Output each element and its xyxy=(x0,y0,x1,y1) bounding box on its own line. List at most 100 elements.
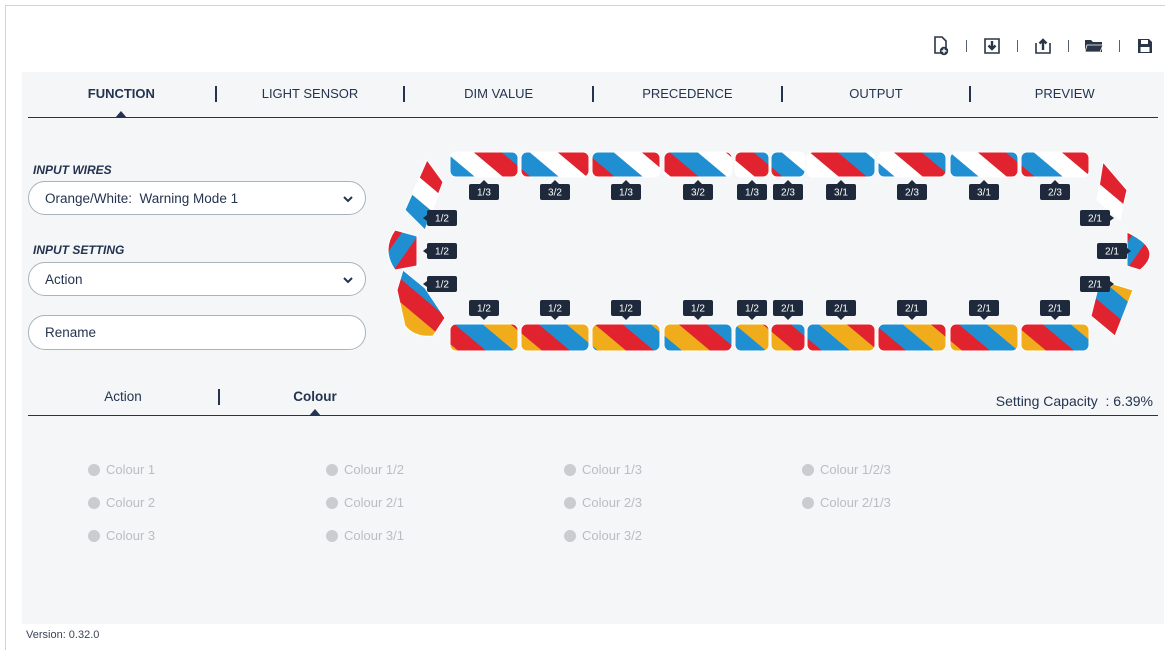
tab-output[interactable]: OUTPUT xyxy=(783,80,970,117)
colour-option[interactable]: Colour 2 xyxy=(88,495,155,510)
input-setting-select[interactable]: Action xyxy=(28,262,366,296)
bottom-light-module[interactable] xyxy=(806,323,876,352)
top-module-tag[interactable]: 3/2 xyxy=(540,180,570,200)
rename-button[interactable]: Rename xyxy=(28,315,366,350)
radio-dot-icon xyxy=(564,463,576,476)
tab-precedence[interactable]: PRECEDENCE xyxy=(594,80,781,117)
left-end-tag[interactable]: 1/2 xyxy=(423,210,457,226)
tag-pointer xyxy=(480,180,488,184)
new-file-icon[interactable] xyxy=(930,35,952,57)
colour-option[interactable]: Colour 2/1/3 xyxy=(802,495,891,510)
bottom-module-tag[interactable]: 2/1 xyxy=(826,300,856,320)
lightbar-tags: 1/3 1/2 3/2 1/2 1/3 1/2 3/2 1/2 1/3 1/2 2/3 2/1 3/1 2… xyxy=(423,180,1131,320)
bottom-light-module[interactable] xyxy=(770,323,806,352)
bottom-light-module[interactable] xyxy=(663,323,733,352)
top-module-tag[interactable]: 1/3 xyxy=(611,180,641,200)
bottom-module-tag[interactable]: 1/2 xyxy=(540,300,570,320)
top-module-tag[interactable]: 2/3 xyxy=(773,180,803,200)
top-light-module[interactable] xyxy=(806,151,876,178)
top-module-tag[interactable]: 1/3 xyxy=(469,180,499,200)
bottom-module-tag[interactable]: 1/2 xyxy=(737,300,767,320)
tag-pointer xyxy=(748,180,756,184)
input-wires-select[interactable]: Orange/White: Warning Mode 1 xyxy=(28,181,366,215)
right-end-tag[interactable]: 2/1 xyxy=(1080,276,1114,292)
tag-label: 1/2 xyxy=(548,304,562,315)
radio-dot-icon xyxy=(326,529,338,542)
top-light-module[interactable] xyxy=(877,151,947,178)
tag-label: 1/2 xyxy=(435,280,449,291)
bottom-light-module[interactable] xyxy=(520,323,590,352)
top-module-tag[interactable]: 2/3 xyxy=(897,180,927,200)
colour-option-label: Colour 3/1 xyxy=(344,528,404,543)
left-end-tag[interactable]: 1/2 xyxy=(423,243,457,259)
colour-option[interactable]: Colour 1/3 xyxy=(564,462,642,477)
top-light-module[interactable] xyxy=(663,151,733,178)
top-light-module[interactable] xyxy=(949,151,1019,178)
subtab-colour[interactable]: Colour xyxy=(220,386,410,416)
bottom-light-module[interactable] xyxy=(1020,323,1090,352)
open-folder-icon[interactable] xyxy=(1083,35,1105,57)
top-module-tag[interactable]: 3/1 xyxy=(826,180,856,200)
bottom-light-module[interactable] xyxy=(449,323,519,352)
version-label: Version: 0.32.0 xyxy=(26,629,100,641)
main-tabs: FUNCTION LIGHT SENSOR DIM VALUE PRECEDEN… xyxy=(28,80,1158,118)
bottom-module-tag[interactable]: 1/2 xyxy=(611,300,641,320)
bottom-module-tag[interactable]: 1/2 xyxy=(469,300,499,320)
radio-dot-icon xyxy=(88,463,100,476)
bottom-light-module[interactable] xyxy=(591,323,661,352)
right-end-tag[interactable]: 2/1 xyxy=(1097,243,1131,259)
import-icon[interactable] xyxy=(981,35,1003,57)
bottom-light-module[interactable] xyxy=(949,323,1019,352)
top-module-tag[interactable]: 3/2 xyxy=(683,180,713,200)
colour-option[interactable]: Colour 3 xyxy=(88,528,155,543)
chevron-down-icon xyxy=(343,196,353,203)
tag-label: 2/1 xyxy=(781,304,795,315)
top-light-module[interactable] xyxy=(734,151,770,178)
tag-label: 2/3 xyxy=(1048,188,1062,199)
subtab-action[interactable]: Action xyxy=(28,386,218,415)
tab-dim-value[interactable]: DIM VALUE xyxy=(405,80,592,117)
bottom-module-tag[interactable]: 2/1 xyxy=(773,300,803,320)
top-light-module[interactable] xyxy=(520,151,590,178)
top-module-tag[interactable]: 3/1 xyxy=(969,180,999,200)
radio-dot-icon xyxy=(802,463,814,476)
colour-option[interactable]: Colour 2/1 xyxy=(326,495,404,510)
export-icon[interactable] xyxy=(1032,35,1054,57)
top-module-tag[interactable]: 2/3 xyxy=(1040,180,1070,200)
colour-option[interactable]: Colour 1/2/3 xyxy=(802,462,891,477)
tag-label: 2/3 xyxy=(905,188,919,199)
colour-option-label: Colour 3/2 xyxy=(582,528,642,543)
tag-pointer xyxy=(1110,215,1114,221)
bottom-module-tag[interactable]: 2/1 xyxy=(897,300,927,320)
bottom-light-module[interactable] xyxy=(877,323,947,352)
top-light-module[interactable] xyxy=(591,151,661,178)
bottom-module-tag[interactable]: 2/1 xyxy=(1040,300,1070,320)
bottom-module-tag[interactable]: 2/1 xyxy=(969,300,999,320)
top-light-module[interactable] xyxy=(449,151,519,178)
save-icon[interactable] xyxy=(1134,35,1156,57)
colour-option[interactable]: Colour 3/1 xyxy=(326,528,404,543)
tag-label: 2/1 xyxy=(834,304,848,315)
tag-pointer xyxy=(423,248,427,254)
tag-label: 2/3 xyxy=(781,188,795,199)
tab-function[interactable]: FUNCTION xyxy=(28,80,215,118)
bottom-light-module[interactable] xyxy=(734,323,770,352)
colour-option[interactable]: Colour 1 xyxy=(88,462,155,477)
left-end-tag[interactable]: 1/2 xyxy=(423,276,457,292)
tab-preview[interactable]: PREVIEW xyxy=(971,80,1158,117)
tag-pointer xyxy=(1051,180,1059,184)
colour-option[interactable]: Colour 1/2 xyxy=(326,462,404,477)
tag-label: 2/1 xyxy=(905,304,919,315)
radio-dot-icon xyxy=(88,529,100,542)
top-module-tag[interactable]: 1/3 xyxy=(737,180,767,200)
tag-label: 2/1 xyxy=(1048,304,1062,315)
chevron-down-icon xyxy=(343,277,353,284)
top-light-module[interactable] xyxy=(1020,151,1090,178)
colour-option[interactable]: Colour 3/2 xyxy=(564,528,642,543)
bottom-module-tag[interactable]: 1/2 xyxy=(683,300,713,320)
right-end-tag[interactable]: 2/1 xyxy=(1080,210,1114,226)
tab-light-sensor[interactable]: LIGHT SENSOR xyxy=(217,80,404,117)
rename-label: Rename xyxy=(45,325,97,340)
top-light-module[interactable] xyxy=(770,151,806,178)
colour-option[interactable]: Colour 2/3 xyxy=(564,495,642,510)
